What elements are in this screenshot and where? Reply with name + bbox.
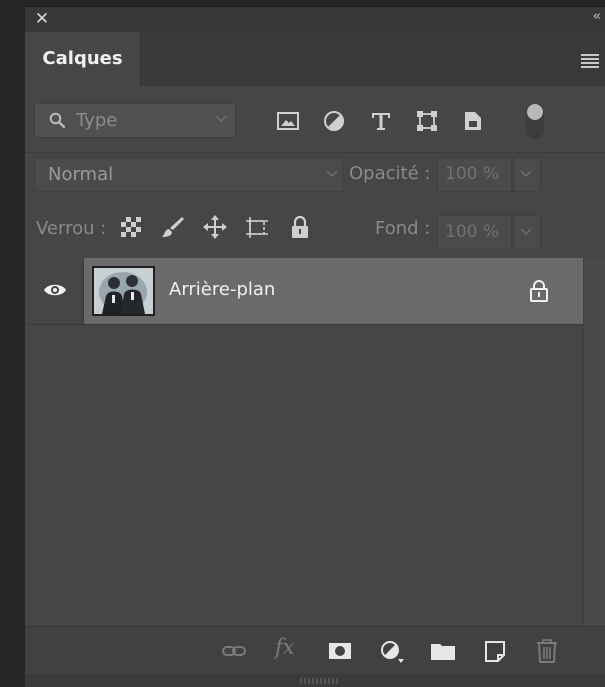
panel-tabbar: Calques xyxy=(25,32,605,87)
layer-mask-icon[interactable] xyxy=(327,639,353,663)
collapse-panel-button[interactable]: ‹‹ xyxy=(593,9,602,24)
chevron-down-icon xyxy=(520,170,532,178)
filter-kind-label: Type xyxy=(76,110,118,131)
blend-mode-value: Normal xyxy=(48,164,114,185)
lock-transparent-pixels-icon[interactable] xyxy=(119,215,143,239)
lock-row: Verrou : Fond: 100 % xyxy=(25,198,605,259)
type-filter-icon[interactable] xyxy=(370,110,392,132)
resize-grip-icon xyxy=(300,678,338,684)
opacity-value: 100 % xyxy=(445,164,500,184)
trash-icon[interactable] xyxy=(534,639,560,663)
layers-list: Arrière-plan xyxy=(25,258,583,626)
fill-label: Fond : xyxy=(375,218,431,239)
layers-scrollbar[interactable] xyxy=(583,258,605,626)
panel-resize-strip[interactable] xyxy=(25,674,605,687)
lock-position-icon[interactable] xyxy=(203,215,227,239)
fill-value: 100 % xyxy=(445,222,500,242)
adjustment-layer-icon[interactable] xyxy=(378,639,404,663)
fill-field[interactable]: 100 % xyxy=(437,215,512,250)
adjustment-filter-icon[interactable] xyxy=(323,110,345,132)
chevron-down-icon xyxy=(326,170,338,178)
panel-titlebar: ✕ ‹‹ xyxy=(25,6,605,33)
lock-label: Verrou : xyxy=(36,218,107,239)
opacity-dropdown-button[interactable] xyxy=(513,157,541,192)
shape-filter-icon[interactable] xyxy=(416,110,438,132)
chevron-down-icon xyxy=(520,228,532,236)
toggle-knob xyxy=(527,104,543,120)
app-background-strip xyxy=(0,0,25,687)
layer-visibility-toggle[interactable] xyxy=(25,258,84,324)
opacity-label: Opacité : xyxy=(349,163,431,184)
fill-dropdown-button[interactable] xyxy=(513,215,541,250)
filter-toggle-switch[interactable] xyxy=(526,103,544,139)
fx-icon[interactable]: fx xyxy=(275,635,301,659)
group-folder-icon[interactable] xyxy=(430,639,456,663)
smart-object-filter-icon[interactable] xyxy=(462,110,484,132)
lock-icon xyxy=(530,280,548,302)
layers-bottom-toolbar: fx xyxy=(25,626,605,675)
chevron-down-icon xyxy=(215,115,227,123)
lock-image-pixels-icon[interactable] xyxy=(161,215,185,239)
layer-thumbnail xyxy=(92,266,155,316)
link-layers-icon[interactable] xyxy=(221,639,247,663)
layer-name: Arrière-plan xyxy=(169,279,276,300)
close-panel-button[interactable]: ✕ xyxy=(33,10,51,28)
search-icon xyxy=(49,112,65,128)
new-layer-icon[interactable] xyxy=(482,639,508,663)
hamburger-menu-icon[interactable] xyxy=(581,54,599,68)
lock-all-icon[interactable] xyxy=(288,215,312,239)
image-filter-icon[interactable] xyxy=(277,110,299,132)
tab-calques[interactable]: Calques xyxy=(25,32,141,86)
layers-panel: ✕ ‹‹ Calques Type Normal Opacité: 100 %… xyxy=(25,6,605,687)
layer-item-arriere-plan[interactable]: Arrière-plan xyxy=(84,258,583,324)
layer-row[interactable]: Arrière-plan xyxy=(25,258,583,325)
blend-mode-row: Normal Opacité : 100 % xyxy=(25,153,605,199)
filter-kind-dropdown[interactable]: Type xyxy=(34,103,236,138)
blend-mode-dropdown[interactable]: Normal xyxy=(34,157,343,192)
opacity-field[interactable]: 100 % xyxy=(437,157,512,192)
layer-filter-row: Type xyxy=(25,86,605,153)
eye-icon xyxy=(44,284,66,296)
lock-artboard-icon[interactable] xyxy=(245,215,269,239)
